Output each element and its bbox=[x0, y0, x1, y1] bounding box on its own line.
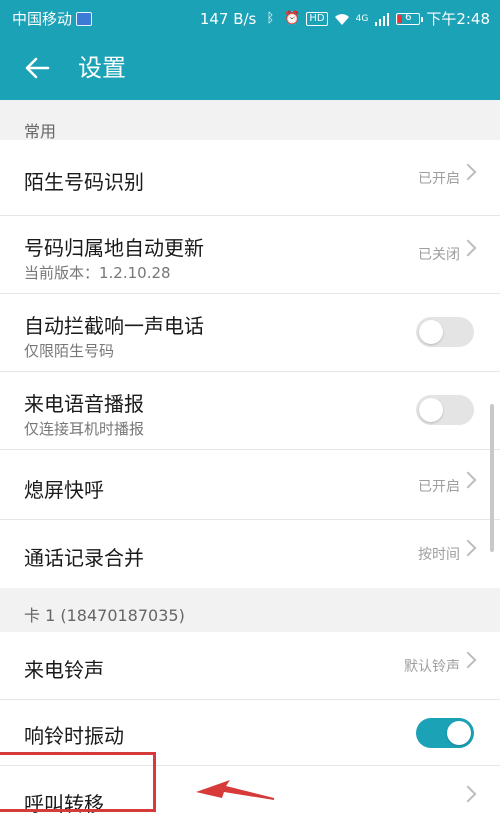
toggle-knob bbox=[447, 721, 471, 745]
net-speed: 147 B/s bbox=[199, 9, 257, 28]
common-settings-list: 陌生号码识别 已开启 号码归属地自动更新 当前版本：1.2.10.28 已关闭 … bbox=[0, 140, 500, 588]
status-right: 147 B/s ᛒ ⏰ HD 4G 6 下午2:48 bbox=[200, 8, 490, 29]
setting-subtitle: 仅连接耳机时播报 bbox=[24, 420, 145, 438]
toggle-knob bbox=[419, 398, 443, 422]
arrow-left-icon bbox=[25, 57, 50, 79]
toggle-switch[interactable] bbox=[416, 718, 474, 748]
setting-title: 响铃时振动 bbox=[24, 724, 124, 748]
signal-label: 4G bbox=[355, 13, 369, 24]
setting-subtitle: 仅限陌生号码 bbox=[24, 342, 115, 360]
status-bar: 中国移动 147 B/s ᛒ ⏰ HD 4G 6 下午2:48 bbox=[0, 0, 500, 36]
sim-icon bbox=[76, 11, 93, 26]
setting-subtitle: 当前版本：1.2.10.28 bbox=[24, 264, 171, 282]
signal-icon bbox=[374, 12, 390, 26]
scrollbar[interactable] bbox=[490, 404, 494, 552]
section-header-card1: 卡 1 (18470187035) bbox=[0, 588, 500, 632]
status-left: 中国移动 bbox=[12, 8, 93, 29]
battery-icon: 6 bbox=[396, 11, 424, 25]
annotation-arrow-icon bbox=[196, 780, 274, 800]
setting-block-one-ring: 自动拦截响一声电话 仅限陌生号码 bbox=[0, 294, 500, 372]
annotation-highlight-box bbox=[0, 752, 156, 812]
section-title: 常用 bbox=[24, 122, 57, 141]
setting-title: 来电语音播报 bbox=[24, 392, 144, 416]
toggle-knob bbox=[419, 320, 443, 344]
chevron-right-icon bbox=[459, 163, 477, 181]
back-button[interactable] bbox=[20, 50, 56, 86]
setting-title: 通话记录合并 bbox=[24, 546, 144, 570]
chevron-right-icon bbox=[459, 539, 477, 557]
setting-title: 来电铃声 bbox=[24, 658, 104, 682]
setting-value: 已开启 bbox=[418, 479, 460, 495]
setting-value: 默认铃声 bbox=[404, 659, 460, 675]
setting-screen-off-quick-call[interactable]: 熄屏快呼 已开启 bbox=[0, 450, 500, 520]
hd-icon: HD bbox=[306, 11, 328, 26]
section-title: 卡 1 (18470187035) bbox=[24, 606, 185, 625]
setting-voice-announce: 来电语音播报 仅连接耳机时播报 bbox=[0, 372, 500, 450]
chevron-right-icon bbox=[459, 471, 477, 489]
setting-value: 按时间 bbox=[418, 547, 460, 563]
toggle-switch[interactable] bbox=[416, 395, 474, 425]
alarm-icon: ⏰ bbox=[284, 10, 301, 26]
setting-location-auto-update[interactable]: 号码归属地自动更新 当前版本：1.2.10.28 已关闭 bbox=[0, 216, 500, 294]
clock: 下午2:48 bbox=[426, 10, 490, 28]
app-bar: 设置 bbox=[0, 36, 500, 100]
setting-ringtone[interactable]: 来电铃声 默认铃声 bbox=[0, 632, 500, 700]
bluetooth-icon: ᛒ bbox=[266, 10, 275, 26]
setting-title: 自动拦截响一声电话 bbox=[24, 314, 204, 338]
battery-level: 6 bbox=[405, 11, 412, 23]
carrier-name: 中国移动 bbox=[12, 10, 73, 28]
setting-merge-call-log[interactable]: 通话记录合并 按时间 bbox=[0, 520, 500, 588]
setting-unknown-number-id[interactable]: 陌生号码识别 已开启 bbox=[0, 140, 500, 216]
page-title: 设置 bbox=[78, 54, 126, 82]
setting-title: 陌生号码识别 bbox=[24, 170, 144, 194]
setting-title: 号码归属地自动更新 bbox=[24, 236, 204, 260]
setting-value: 已开启 bbox=[418, 171, 460, 187]
setting-value: 已关闭 bbox=[418, 247, 460, 263]
wifi-icon bbox=[334, 12, 350, 26]
chevron-right-icon bbox=[459, 239, 477, 257]
toggle-switch[interactable] bbox=[416, 317, 474, 347]
setting-title: 熄屏快呼 bbox=[24, 478, 104, 502]
chevron-right-icon bbox=[459, 651, 477, 669]
